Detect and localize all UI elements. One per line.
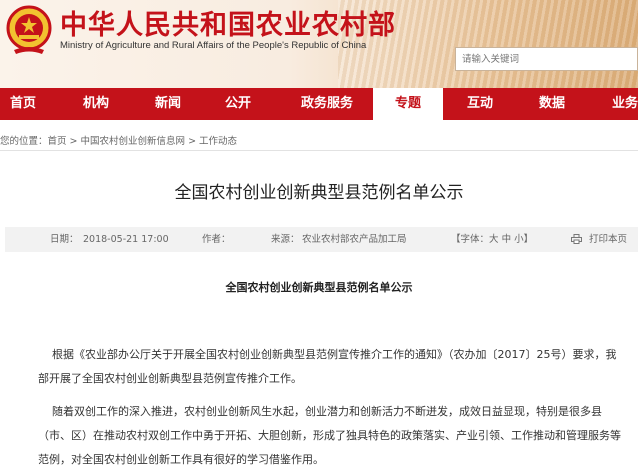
nav-item-interaction[interactable]: 互动 <box>452 88 508 120</box>
main-nav: 首页 机构 新闻 公开 政务服务 专题 互动 数据 业务 <box>0 88 638 120</box>
paragraph-2-line-1: 随着双创工作的深入推进，农村创业创新风生水起，创业潜力和创新活力不断迸发，成效日… <box>52 405 602 418</box>
nav-item-news[interactable]: 新闻 <box>138 88 198 120</box>
search-input[interactable] <box>455 47 638 71</box>
breadcrumb-site[interactable]: 中国农村创业创新信息网 <box>81 136 186 147</box>
nav-item-business[interactable]: 业务 <box>612 88 638 120</box>
national-emblem-icon <box>6 5 52 54</box>
source-label: 来源： <box>271 234 300 245</box>
breadcrumb-separator: > <box>185 136 200 147</box>
source-value: 农业农村部农产品加工局 <box>302 234 407 245</box>
date-label: 日期： <box>50 234 79 245</box>
font-size-small[interactable]: 小 <box>514 234 524 245</box>
site-title: 中华人民共和国农业农村部 <box>60 10 396 41</box>
font-size-large[interactable]: 大 <box>489 234 499 245</box>
font-size-medium[interactable]: 中 <box>502 234 512 245</box>
breadcrumb-section[interactable]: 工作动态 <box>199 136 237 147</box>
article-subtitle: 全国农村创业创新典型县范例名单公示 <box>225 281 413 294</box>
nav-item-organization[interactable]: 机构 <box>66 88 126 120</box>
paragraph-2-line-2: （市、区）在推动农村双创工作中勇于开拓、大胆创新，形成了独具特色的政策落实、产业… <box>38 429 621 442</box>
font-size-label: 【字体： <box>451 234 490 245</box>
nav-item-data[interactable]: 数据 <box>524 88 580 120</box>
font-size-control: 【字体：大 中 小】 <box>451 227 533 252</box>
breadcrumb: 您的位置：首页 > 中国农村创业创新信息网 > 工作动态 <box>0 133 237 147</box>
publish-date: 2018-05-21 17:00 <box>83 234 169 245</box>
breadcrumb-separator: > <box>66 136 81 147</box>
site-subtitle-english: Ministry of Agriculture and Rural Affair… <box>60 40 367 51</box>
paragraph-1-line-1: 根据《农业部办公厅关于开展全国农村创业创新典型县范例宣传推介工作的通知》（农办加… <box>52 348 617 361</box>
breadcrumb-home[interactable]: 首页 <box>48 136 67 147</box>
page-title: 全国农村创业创新典型县范例名单公示 <box>174 183 464 203</box>
divider <box>0 150 638 151</box>
nav-item-home[interactable]: 首页 <box>0 88 46 120</box>
article-meta-bar: 日期： 2018-05-21 17:00 作者： 来源： 农业农村部农产品加工局… <box>5 227 638 252</box>
paragraph-2-line-3: 范例，对全国农村创业创新工作具有很好的学习借鉴作用。 <box>38 453 324 466</box>
nav-item-topics[interactable]: 专题 <box>373 88 443 120</box>
nav-item-services[interactable]: 政务服务 <box>286 88 368 120</box>
breadcrumb-prefix: 您的位置： <box>0 136 48 147</box>
nav-item-public[interactable]: 公开 <box>208 88 268 120</box>
font-size-close: 】 <box>523 234 534 245</box>
printer-icon[interactable] <box>571 234 582 244</box>
paragraph-1-line-2: 部开展了全国农村创业创新典型县范例宣传推介工作。 <box>38 372 302 385</box>
author-label: 作者： <box>202 234 231 245</box>
print-page-link[interactable]: 打印本页 <box>589 227 627 252</box>
site-header: 中华人民共和国农业农村部 Ministry of Agriculture and… <box>0 0 638 88</box>
